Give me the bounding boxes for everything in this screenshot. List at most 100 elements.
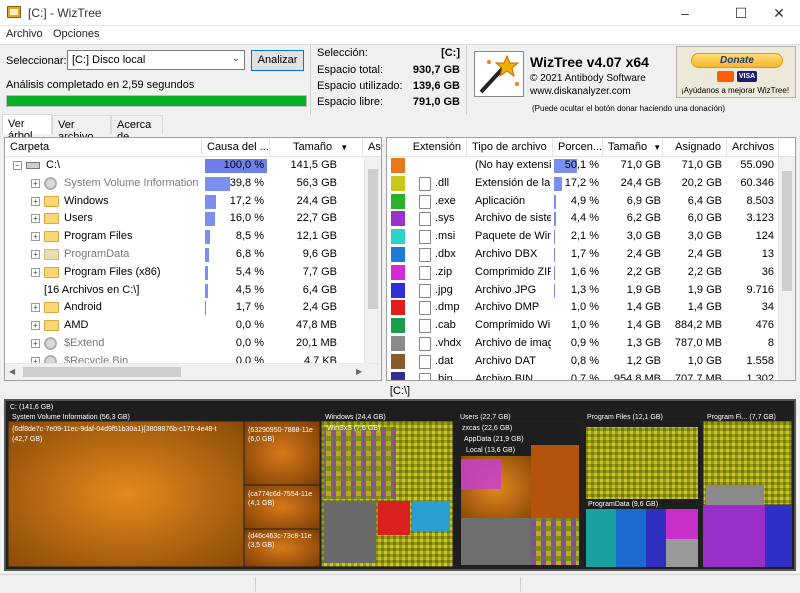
tree-row[interactable]: + $Extend 0,0 % 20,1 MB <box>5 335 366 353</box>
total-space-value: 930,7 GB <box>412 64 460 76</box>
ext-size: 1,2 GB <box>626 354 661 367</box>
tree-row[interactable]: + Program Files 8,5 % 12,1 GB <box>5 228 366 246</box>
col-files[interactable]: Archivos <box>727 138 779 157</box>
tree-row-percent: 8,5 % <box>235 230 264 243</box>
view-tabs: Ver árbol Ver archivo Acerca de <box>0 114 800 143</box>
treemap-program-files-x86-label: Program Fi... (7,7 GB) <box>707 414 776 421</box>
expand-icon[interactable]: + <box>31 250 40 259</box>
extension-row[interactable]: (No hay extensió 50,1 % 71,0 GB 71,0 GB 55.0… <box>387 157 780 175</box>
expand-icon[interactable]: + <box>31 196 40 206</box>
expand-icon[interactable]: + <box>31 321 40 331</box>
tree-row[interactable]: + ProgramData 6,8 % 9,6 GB <box>5 246 366 264</box>
extension-row[interactable]: .dmp Archivo DMP 1,0 % 1,4 GB 1,4 GB 34 <box>387 299 780 317</box>
tree-row-size: 141,5 GB <box>290 159 337 171</box>
tab-about[interactable]: Acerca de <box>111 115 163 143</box>
tree-row-percent: 0,0 % <box>235 337 264 349</box>
ext-type: Archivo de imag <box>475 337 551 349</box>
scroll-left-icon[interactable]: ◀ <box>9 367 15 376</box>
expand-icon[interactable]: + <box>31 178 40 188</box>
collapse-icon[interactable]: − <box>13 161 22 170</box>
ext-files: 60.346 <box>740 176 774 189</box>
expand-icon[interactable]: + <box>31 303 40 313</box>
col-size[interactable]: Tamaño ▼ <box>270 138 363 157</box>
menu-archivo[interactable]: Archivo <box>6 28 43 40</box>
brand-url-link[interactable]: www.diskanalyzer.com <box>530 86 631 97</box>
tree-vertical-scrollbar[interactable] <box>364 157 381 365</box>
extension-list-panel: Extensión Tipo de archivo Porcen... Tama… <box>386 137 796 381</box>
file-type-icon <box>419 319 431 334</box>
tree-row[interactable]: + Windows 17,2 % 24,4 GB <box>5 193 366 211</box>
scroll-right-icon[interactable]: ▶ <box>356 367 362 376</box>
extension-row[interactable]: .jpg Archivo JPG 1,3 % 1,9 GB 1,9 GB 9.716 <box>387 282 780 300</box>
tree-row-percent: 39,8 % <box>229 176 264 189</box>
file-type-icon <box>419 176 431 191</box>
tab-file-view[interactable]: Ver archivo <box>52 115 111 143</box>
tree-row[interactable]: + Android 1,7 % 2,4 GB <box>5 299 366 317</box>
tree-scroll-thumb[interactable] <box>368 169 378 309</box>
extension-row[interactable]: .vhdx Archivo de imag 0,9 % 1,3 GB 787,0 MB 8 <box>387 335 780 353</box>
tree-row[interactable]: + System Volume Information 39,8 % 56,3 GB <box>5 175 366 193</box>
ext-files: 124 <box>755 230 774 243</box>
ext-allocated: 6,0 GB <box>687 212 722 225</box>
extension-row[interactable]: .sys Archivo de sister 4,4 % 6,2 GB 6,0 GB 3.… <box>387 210 780 228</box>
tree-row-percent: 0,0 % <box>235 319 264 332</box>
col-allocated[interactable]: As <box>363 138 381 157</box>
treemap-path-label: [C:\] <box>389 385 411 397</box>
treemap-svi-d-label: {d46c463c-73c8-11e <box>248 533 312 540</box>
tree-row-percent: 16,0 % <box>229 212 264 225</box>
tree-row[interactable]: [16 Archivos en C:\] 4,5 % 6,4 GB <box>5 282 366 300</box>
col-cause[interactable]: Causa del ... <box>202 138 270 157</box>
ext-files: 36 <box>761 265 774 278</box>
expand-icon[interactable]: + <box>31 267 40 277</box>
expand-icon[interactable]: + <box>31 232 40 242</box>
ext-scroll-thumb[interactable] <box>782 171 792 291</box>
extension-row[interactable]: .msi Paquete de Winc 2,1 % 3,0 GB 3,0 GB 124 <box>387 228 780 246</box>
color-swatch <box>391 211 405 227</box>
tree-horizontal-scrollbar[interactable]: ◀ ▶ <box>5 363 381 380</box>
drive-select-value: [C:] Disco local <box>72 54 146 66</box>
menu-opciones[interactable]: Opciones <box>53 28 99 40</box>
treemap-appdata-label: AppData (21,9 GB) <box>464 436 524 443</box>
minimize-button[interactable]: – <box>662 0 708 26</box>
tree-row[interactable]: + Program Files (x86) 5,4 % 7,7 GB <box>5 264 366 282</box>
ext-allocated: 2,4 GB <box>687 248 722 260</box>
col-extension[interactable]: Extensión <box>387 138 467 157</box>
col-size-label: Tamaño <box>293 141 333 153</box>
col-ext-size[interactable]: Tamaño ▼ <box>603 138 663 157</box>
treemap-winsxs-label: WinSxS (7,6 GB) <box>327 425 381 432</box>
col-ext-allocated[interactable]: Asignado <box>663 138 727 157</box>
color-swatch <box>391 247 405 262</box>
treemap[interactable]: C: (141,6 GB) System Volume Information … <box>4 399 796 571</box>
tree-row-name: ProgramData <box>64 248 130 260</box>
extension-row[interactable]: .dbx Archivo DBX 1,7 % 2,4 GB 2,4 GB 13 <box>387 246 780 264</box>
extension-row[interactable]: .dll Extensión de la a 17,2 % 24,4 GB 20,2 G… <box>387 175 780 193</box>
expand-icon[interactable]: + <box>31 214 40 224</box>
tree-row[interactable]: + Users 16,0 % 22,7 GB <box>5 210 366 228</box>
donate-button[interactable]: Donate <box>691 53 783 68</box>
ext-percent: 1,6 % <box>570 265 599 278</box>
col-percent[interactable]: Porcen... <box>553 138 603 157</box>
title-bar: [C:] - WizTree – ☐ ✕ <box>0 0 800 26</box>
close-button[interactable]: ✕ <box>756 0 800 26</box>
ext-files: 13 <box>761 248 774 260</box>
analyze-button[interactable]: Analizar <box>251 50 304 71</box>
extension-row[interactable]: .zip Comprimido ZIF 1,6 % 2,2 GB 2,2 GB 36 <box>387 264 780 282</box>
treemap-svi-d-size: (3,5 GB) <box>248 542 275 549</box>
extension-row[interactable]: .cab Comprimido Wi 1,0 % 1,4 GB 884,2 MB 476 <box>387 317 780 335</box>
tree-hscroll-thumb[interactable] <box>23 367 181 377</box>
expand-icon[interactable]: + <box>31 339 40 348</box>
tree-row[interactable]: + AMD 0,0 % 47,8 MB <box>5 317 366 335</box>
file-type-icon <box>419 283 431 298</box>
extension-row[interactable]: .dat Archivo DAT 0,8 % 1,2 GB 1,0 GB 1.558 <box>387 353 780 371</box>
col-file-type[interactable]: Tipo de archivo <box>467 138 553 157</box>
col-folder[interactable]: Carpeta <box>5 138 202 157</box>
drive-select[interactable]: [C:] Disco local ⌄ <box>67 50 245 70</box>
tab-tree-view[interactable]: Ver árbol <box>2 114 52 142</box>
color-swatch <box>391 158 405 173</box>
tree-row[interactable]: − C:\ 100,0 % 141,5 GB <box>5 157 366 175</box>
extension-row[interactable]: .bin Archivo BIN 0,7 % 954,8 MB 707,7 MB 1.30… <box>387 371 780 380</box>
ext-vertical-scrollbar[interactable] <box>778 157 795 380</box>
extension-row[interactable]: .exe Aplicación 4,9 % 6,9 GB 6,4 GB 8.503 <box>387 193 780 211</box>
treemap-users-label: Users (22,7 GB) <box>460 414 511 421</box>
donate-hint: (Puede ocultar el botón donar haciendo u… <box>532 104 726 113</box>
